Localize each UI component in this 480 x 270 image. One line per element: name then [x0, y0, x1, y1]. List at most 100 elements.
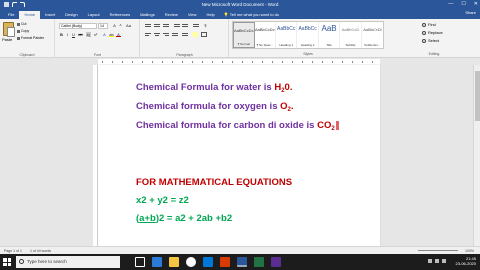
share-button[interactable]: Share [465, 10, 476, 15]
battery-icon[interactable] [442, 259, 446, 263]
word-taskbar-icon[interactable] [237, 257, 247, 267]
subscript-text: 2 [287, 107, 291, 113]
tab-home[interactable]: Home [19, 11, 41, 19]
numbering-icon[interactable] [154, 23, 160, 28]
zoom-slider[interactable] [418, 250, 458, 251]
word-count[interactable]: 1 of 44 words [30, 249, 51, 253]
paste-icon[interactable] [3, 22, 15, 37]
align-center-icon[interactable] [154, 32, 160, 37]
style-sample: AaBbCcDc [255, 27, 275, 32]
font-group: Calibri (Body) 14 A A Aa B I U ab x₂ x² … [56, 19, 140, 58]
font-name-select[interactable]: Calibri (Body) [59, 23, 97, 29]
replace-button[interactable]: Replace [422, 30, 443, 35]
ruler-tick [292, 61, 293, 63]
excel-icon[interactable] [254, 257, 264, 267]
align-right-icon[interactable] [163, 32, 169, 37]
chrome-icon[interactable] [186, 257, 196, 267]
style-heading-1[interactable]: AaBbCc Heading 1 [276, 22, 298, 48]
multilevel-list-icon[interactable] [163, 23, 169, 28]
style-sample: AaBbCcDc [234, 28, 254, 33]
style-sample: AaBbCc [277, 26, 296, 32]
tab-references[interactable]: References [105, 11, 135, 19]
style-name: ¶ Normal [237, 42, 250, 46]
copy-button[interactable]: Copy [17, 29, 29, 33]
ruler-tick [212, 61, 213, 63]
tab-mailings[interactable]: Mailings [135, 11, 160, 19]
scissors-icon [17, 22, 20, 26]
tab-insert[interactable]: Insert [40, 11, 60, 19]
shrink-font-icon[interactable]: A [118, 23, 123, 28]
line-spacing-icon[interactable] [182, 32, 188, 37]
show-marks-icon[interactable]: ¶ [203, 23, 208, 28]
justify-icon[interactable] [172, 32, 178, 37]
increase-indent-icon[interactable] [182, 23, 188, 28]
text-effects-icon[interactable]: A [102, 32, 107, 37]
decrease-indent-icon[interactable] [174, 23, 180, 28]
store-icon[interactable] [203, 257, 213, 267]
style-subtitle[interactable]: AaBbCcD Subtitle [340, 22, 362, 48]
ruler-tick [322, 61, 323, 63]
onenote-icon[interactable] [271, 257, 281, 267]
volume-icon[interactable] [435, 259, 439, 263]
task-view-icon[interactable] [135, 257, 145, 267]
tab-file[interactable]: File [3, 11, 19, 19]
ruler-tick [332, 61, 333, 63]
close-button[interactable]: ✕ [474, 1, 478, 7]
office-icon[interactable] [220, 257, 230, 267]
clock[interactable]: 21:45 23-06-2020 [456, 256, 476, 266]
network-icon[interactable] [428, 259, 432, 263]
zoom-level[interactable]: 100% [465, 249, 474, 253]
line-text: Chemical Formula for water is [136, 82, 275, 93]
font-size-select[interactable]: 14 [98, 23, 108, 29]
scrollbar-thumb[interactable] [475, 71, 480, 121]
font-color-icon[interactable]: A [116, 32, 121, 37]
file-explorer-icon[interactable] [169, 257, 179, 267]
grow-font-icon[interactable]: A [112, 23, 117, 28]
sort-icon[interactable] [193, 23, 199, 28]
select-button[interactable]: Select [422, 38, 439, 43]
style-heading-2[interactable]: AaBbCc Heading 2 [297, 22, 319, 48]
maximize-button[interactable]: ☐ [461, 1, 465, 7]
style-subtle-emphasis[interactable]: AaBbCcDi Subtle Em... [362, 22, 383, 48]
tell-me-label: Tell me what you want to do [229, 12, 280, 17]
find-button[interactable]: Find [422, 22, 436, 27]
italic-button[interactable]: I [65, 32, 70, 37]
strikethrough-button[interactable]: ab [78, 32, 83, 37]
highlight-icon[interactable]: ab [109, 32, 114, 37]
bold-button[interactable]: B [59, 32, 64, 37]
change-case-icon[interactable]: Aa [126, 23, 131, 28]
style-title[interactable]: AaB Title [319, 22, 341, 48]
borders-icon[interactable] [201, 32, 207, 37]
align-left-icon[interactable] [145, 32, 151, 37]
superscript-button[interactable]: x² [93, 32, 98, 37]
minimize-button[interactable]: — [448, 1, 453, 7]
ruler-tick [112, 61, 113, 63]
style-normal[interactable]: AaBbCcDc ¶ Normal [233, 22, 255, 48]
bullets-icon[interactable] [145, 23, 151, 28]
tab-review[interactable]: Review [160, 11, 183, 19]
tab-view[interactable]: View [183, 11, 202, 19]
subscript-button[interactable]: x₂ [86, 32, 91, 37]
style-no-spacing[interactable]: AaBbCcDc ¶ No Spac... [255, 22, 276, 48]
cut-button[interactable]: Cut [17, 22, 26, 26]
vertical-scrollbar[interactable] [473, 65, 480, 246]
ruler-tick [132, 61, 133, 63]
format-painter-button[interactable]: Format Painter [17, 36, 44, 40]
document-page[interactable]: Chemical Formula for water is H20. Chemi… [98, 65, 380, 255]
page-count[interactable]: Page 1 of 1 [4, 249, 22, 253]
tab-layout[interactable]: Layout [83, 11, 105, 19]
co2-formula-line: Chemical formula for carbon di oxide is … [136, 120, 339, 132]
underline-button[interactable]: U [71, 32, 76, 37]
style-sample: AaB [321, 24, 337, 33]
edge-icon[interactable] [152, 257, 162, 267]
tell-me-search[interactable]: 💡 Tell me what you want to do [224, 11, 279, 19]
taskbar-search-box[interactable]: Type here to search [16, 256, 120, 268]
tab-design[interactable]: Design [60, 11, 82, 19]
cut-label: Cut [21, 22, 27, 26]
paste-button[interactable]: Paste [2, 37, 12, 42]
find-label: Find [428, 22, 436, 27]
line-text: Chemical formula for oxygen is [136, 101, 281, 112]
tab-help[interactable]: Help [201, 11, 219, 19]
windows-start-icon[interactable] [3, 258, 11, 266]
shading-icon[interactable] [192, 32, 198, 37]
